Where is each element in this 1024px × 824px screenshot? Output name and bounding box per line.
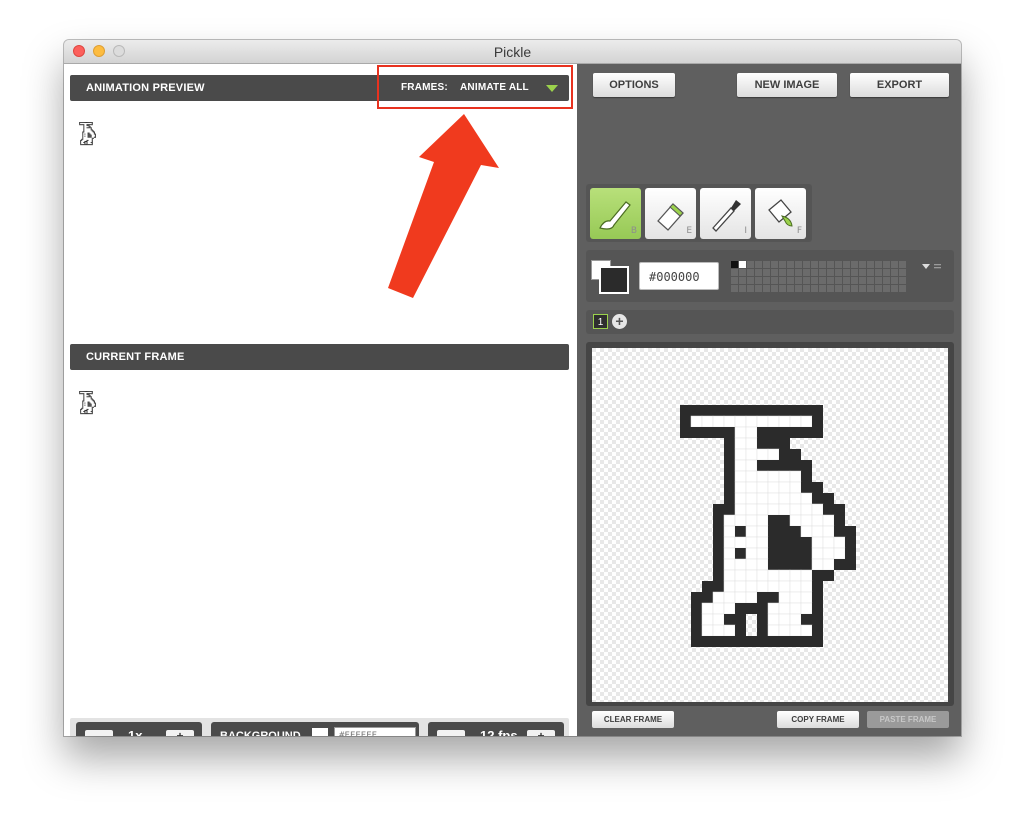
annotation-arrow-icon (388, 114, 499, 298)
